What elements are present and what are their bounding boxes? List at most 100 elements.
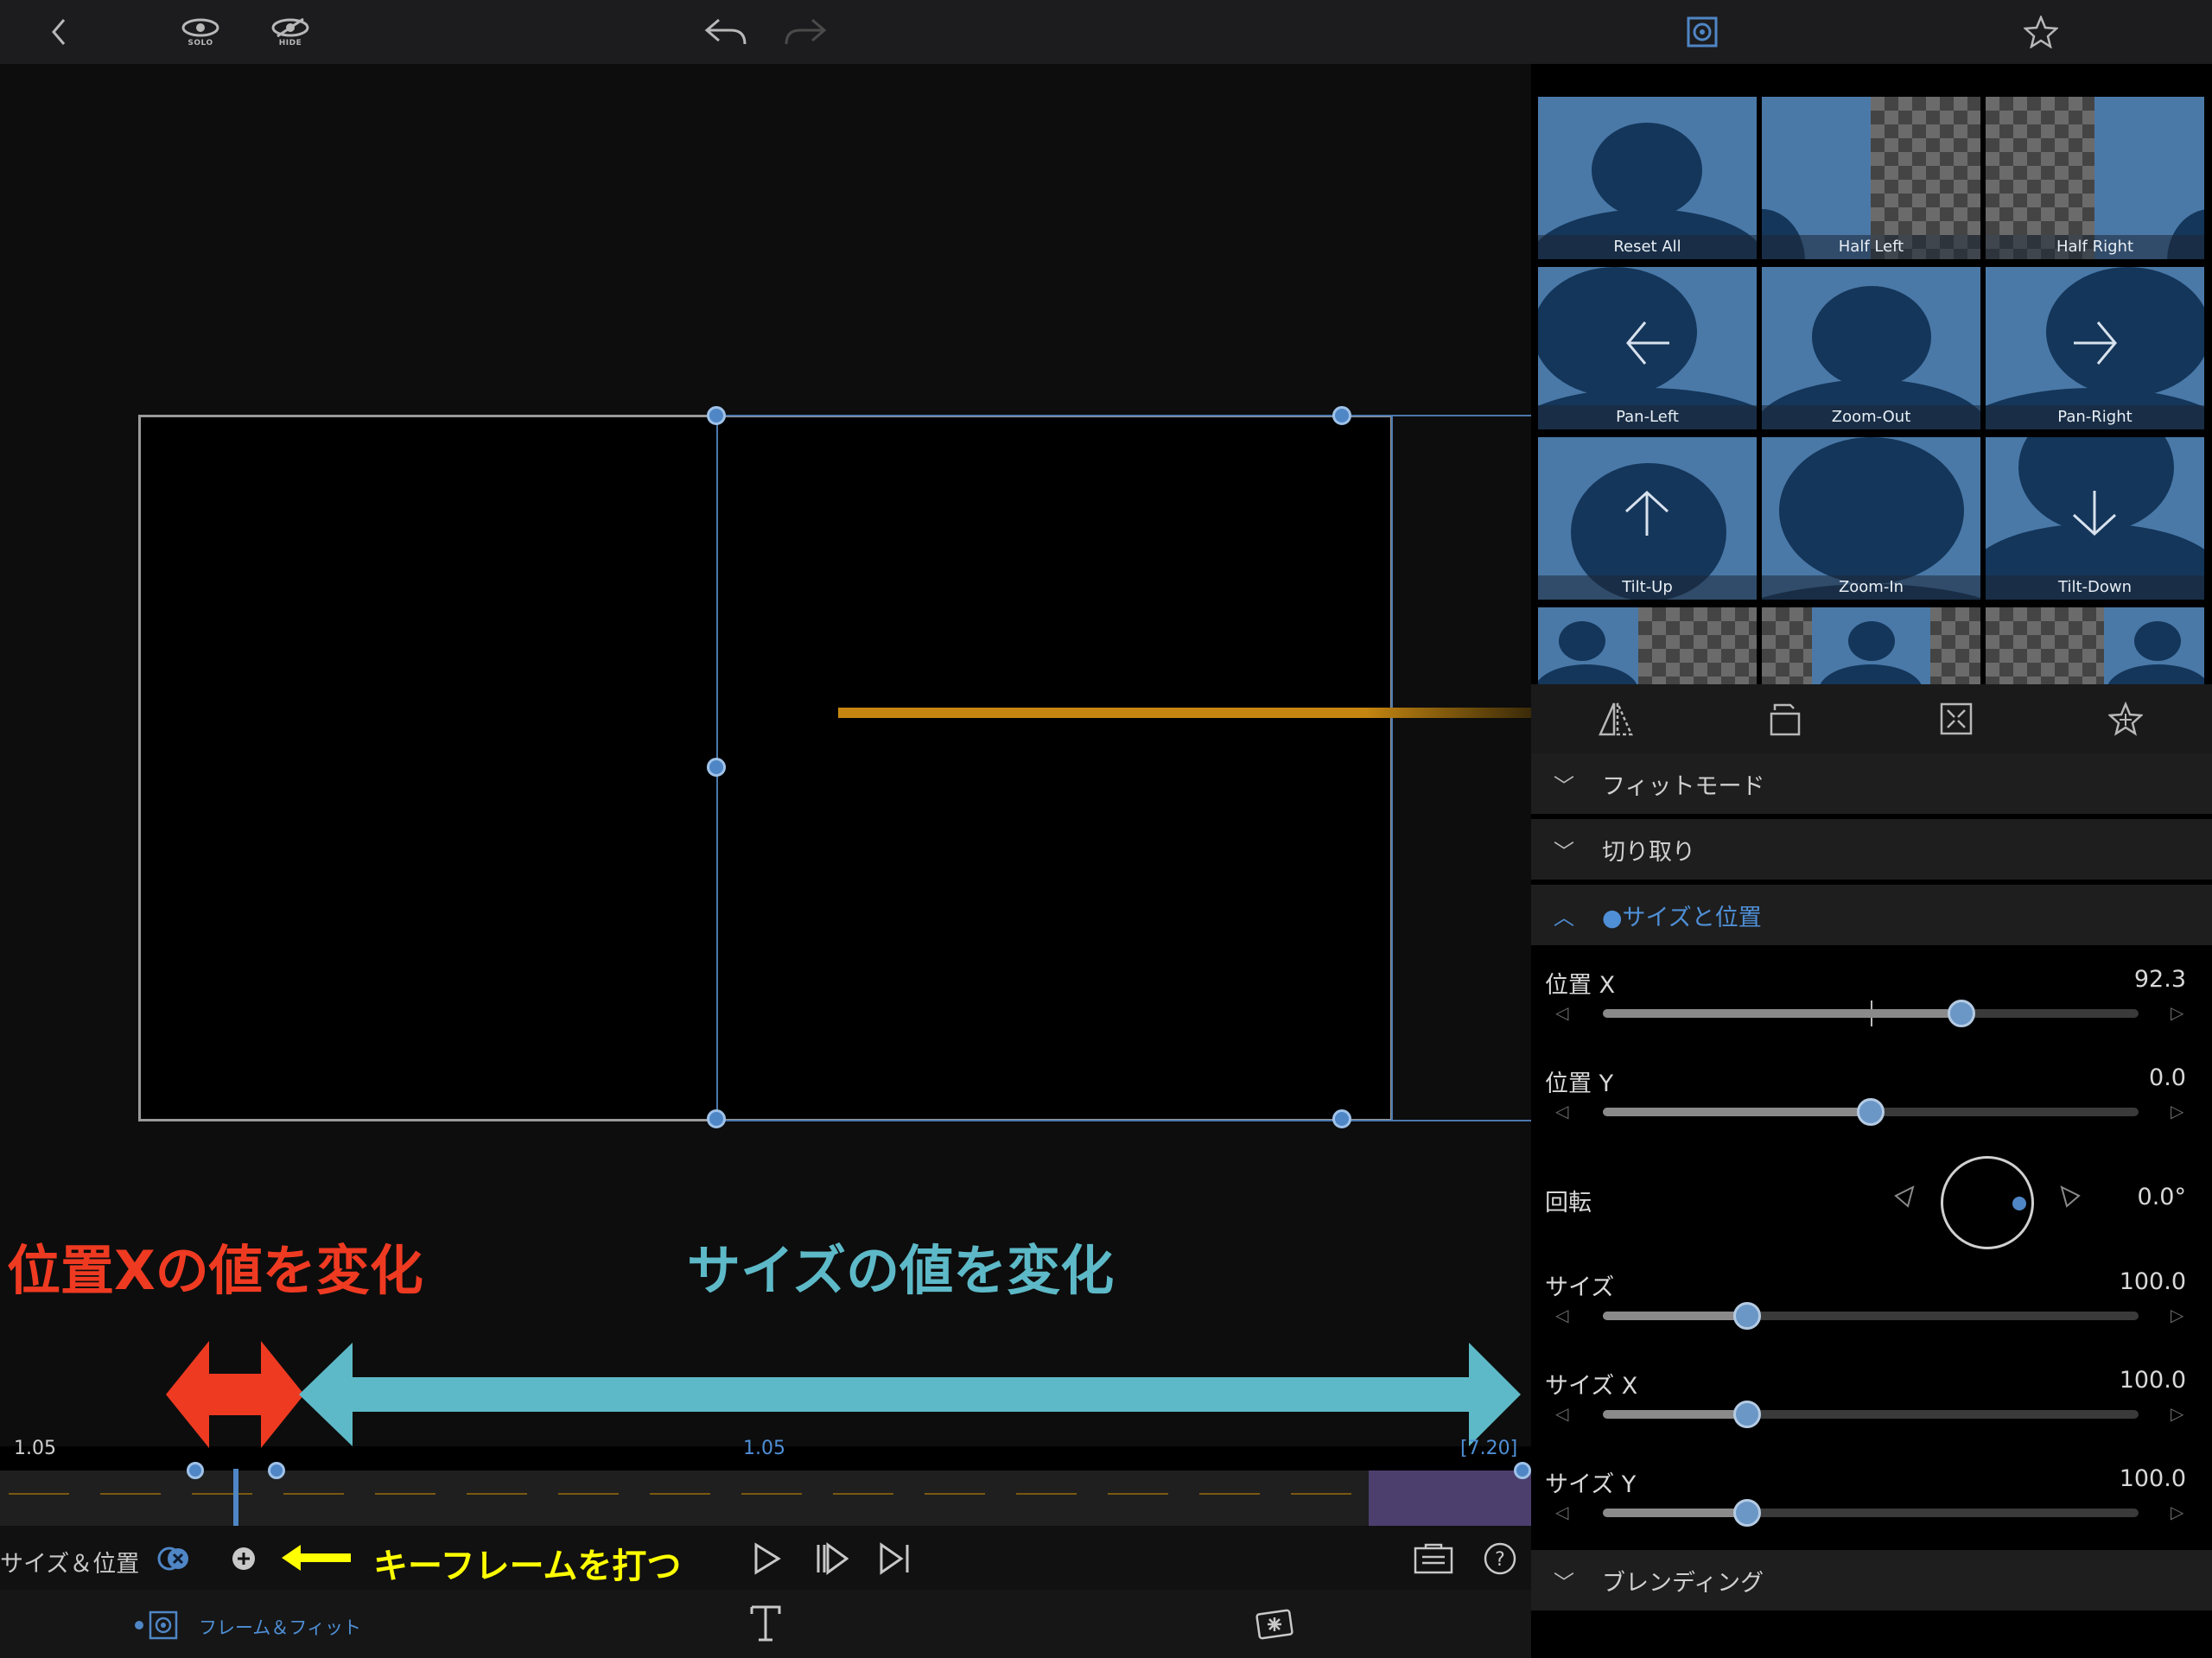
undo-icon[interactable] [702, 0, 750, 64]
skip-to-end-icon[interactable] [878, 1534, 912, 1583]
param-value[interactable]: 0.0 [2149, 1064, 2186, 1091]
rotation-dial[interactable] [1941, 1156, 2034, 1249]
fit-to-frame-icon[interactable] [1939, 702, 1974, 740]
annotation-size: サイズの値を変化 [687, 1239, 1115, 1302]
transform-handle[interactable] [707, 1109, 726, 1128]
slider[interactable] [1603, 1098, 2139, 1126]
transparent-area [1638, 607, 1757, 684]
section-fit-mode[interactable]: ﹀ フィットモード [1531, 753, 2212, 814]
slider-fill [1603, 1009, 1962, 1018]
param-label: サイズ [1545, 1274, 1615, 1301]
preset-thumbnail[interactable] [1538, 607, 1757, 684]
frame-fit-icon[interactable] [1685, 0, 1719, 64]
transform-handle[interactable] [707, 758, 726, 777]
back-icon[interactable] [43, 0, 74, 64]
preset-tilt-down[interactable]: Tilt-Down [1986, 437, 2204, 600]
chevron-down-icon: ﹀ [1554, 839, 1574, 864]
preset-zoom-in[interactable]: Zoom-In [1762, 437, 1980, 600]
preset-thumbnail[interactable] [1986, 607, 2204, 684]
section-crop[interactable]: ﹀ 切り取り [1531, 819, 2212, 880]
help-icon[interactable]: ? [1481, 1534, 1519, 1583]
rotate-right-icon[interactable] [2058, 1184, 2082, 1213]
slider-thumb[interactable] [1857, 1098, 1885, 1126]
text-tab-icon[interactable] [748, 1604, 783, 1643]
rotate-crop-icon[interactable] [1768, 702, 1802, 740]
slider[interactable] [1603, 1401, 2139, 1428]
next-keyframe-icon[interactable]: ▷ [2171, 1502, 2183, 1522]
transparent-area [1986, 607, 2104, 684]
preset-reset-all[interactable]: Reset All [1538, 97, 1757, 259]
add-keyframe-icon[interactable] [228, 1534, 259, 1583]
rotate-left-icon[interactable] [1892, 1184, 1916, 1213]
preset-label: Tilt-Up [1538, 575, 1757, 600]
next-keyframe-icon[interactable]: ▷ [2171, 1305, 2183, 1325]
chevron-up-icon: ︿ [1554, 905, 1574, 930]
clipboard-icon[interactable] [1412, 1534, 1455, 1583]
rotation-indicator [2012, 1197, 2026, 1210]
svg-text:?: ? [1495, 1549, 1505, 1571]
transform-handle[interactable] [1332, 406, 1351, 425]
param-value[interactable]: 92.3 [2134, 966, 2186, 993]
clip-content-line [838, 708, 1531, 718]
keyframe-marker[interactable] [187, 1462, 204, 1479]
preset-label: Zoom-In [1762, 575, 1980, 600]
transform-handle[interactable] [707, 406, 726, 425]
person-icon [1592, 123, 1702, 218]
prev-keyframe-icon[interactable]: ◁ [1555, 1502, 1568, 1522]
section-size-position[interactable]: ︿ ●サイズと位置 [1531, 885, 2212, 945]
slider-fill [1603, 1312, 1748, 1320]
star-icon[interactable] [2024, 0, 2058, 64]
keyframe-track[interactable] [0, 1471, 1531, 1526]
timeline-start-time: 1.05 [14, 1438, 56, 1459]
prev-keyframe-icon[interactable]: ◁ [1555, 1305, 1568, 1325]
next-keyframe-icon[interactable]: ▷ [2171, 1002, 2183, 1023]
arrow-right-icon [2074, 321, 2117, 365]
eye-icon [181, 18, 219, 36]
section-blending[interactable]: ﹀ ブレンディング [1531, 1550, 2212, 1610]
playhead[interactable] [233, 1469, 238, 1526]
favorite-preset-icon[interactable] [2107, 701, 2145, 740]
preset-half-left[interactable]: Half Left [1762, 97, 1980, 259]
param-value[interactable]: 0.0° [2138, 1184, 2186, 1210]
next-keyframe-icon[interactable]: ▷ [2171, 1101, 2183, 1121]
prev-keyframe-icon[interactable]: ◁ [1555, 1101, 1568, 1121]
effects-tab-icon[interactable] [1255, 1607, 1294, 1642]
flip-icon[interactable] [1599, 702, 1633, 740]
person-body [2107, 664, 2204, 684]
transform-handle[interactable] [1332, 1109, 1351, 1128]
preset-thumbnail[interactable] [1762, 607, 1980, 684]
prev-keyframe-icon[interactable]: ◁ [1555, 1403, 1568, 1424]
param-value[interactable]: 100.0 [2120, 1268, 2186, 1295]
eye-slash-icon [271, 17, 309, 37]
keyframe-marker[interactable] [268, 1462, 285, 1479]
arrow-up-icon [1624, 490, 1669, 536]
preset-half-right[interactable]: Half Right [1986, 97, 2204, 259]
person-icon [2134, 621, 2181, 661]
arrow-left-icon [1626, 321, 1669, 365]
param-value[interactable]: 100.0 [2120, 1465, 2186, 1492]
chevron-down-icon: ﹀ [1554, 773, 1574, 798]
redo-icon[interactable] [781, 0, 830, 64]
next-keyframe-icon[interactable]: ▷ [2171, 1403, 2183, 1424]
keyframe-toggle-icon[interactable] [156, 1534, 199, 1583]
preset-zoom-out[interactable]: Zoom-Out [1762, 267, 1980, 429]
keyframe-marker[interactable] [1514, 1462, 1531, 1479]
slider[interactable] [1603, 1499, 2139, 1527]
slider[interactable] [1603, 1000, 2139, 1027]
annotation-set-keyframe: キーフレームを打つ [373, 1547, 682, 1586]
prev-keyframe-icon[interactable]: ◁ [1555, 1002, 1568, 1023]
tab-frame-fit[interactable] [135, 1610, 183, 1640]
slider[interactable] [1603, 1302, 2139, 1330]
selected-clip-bounds[interactable] [716, 415, 1393, 1121]
preset-label: Reset All [1538, 235, 1757, 259]
cyan-double-arrow [299, 1343, 655, 1446]
active-dot [135, 1621, 143, 1629]
hide-button[interactable]: HIDE [268, 0, 313, 64]
preset-pan-right[interactable]: Pan-Right [1986, 267, 2204, 429]
preset-tilt-up[interactable]: Tilt-Up [1538, 437, 1757, 600]
solo-button[interactable]: SOLO [178, 0, 223, 64]
param-value[interactable]: 100.0 [2120, 1367, 2186, 1394]
play-icon[interactable] [750, 1534, 785, 1583]
preset-pan-left[interactable]: Pan-Left [1538, 267, 1757, 429]
step-forward-icon[interactable] [812, 1534, 850, 1583]
